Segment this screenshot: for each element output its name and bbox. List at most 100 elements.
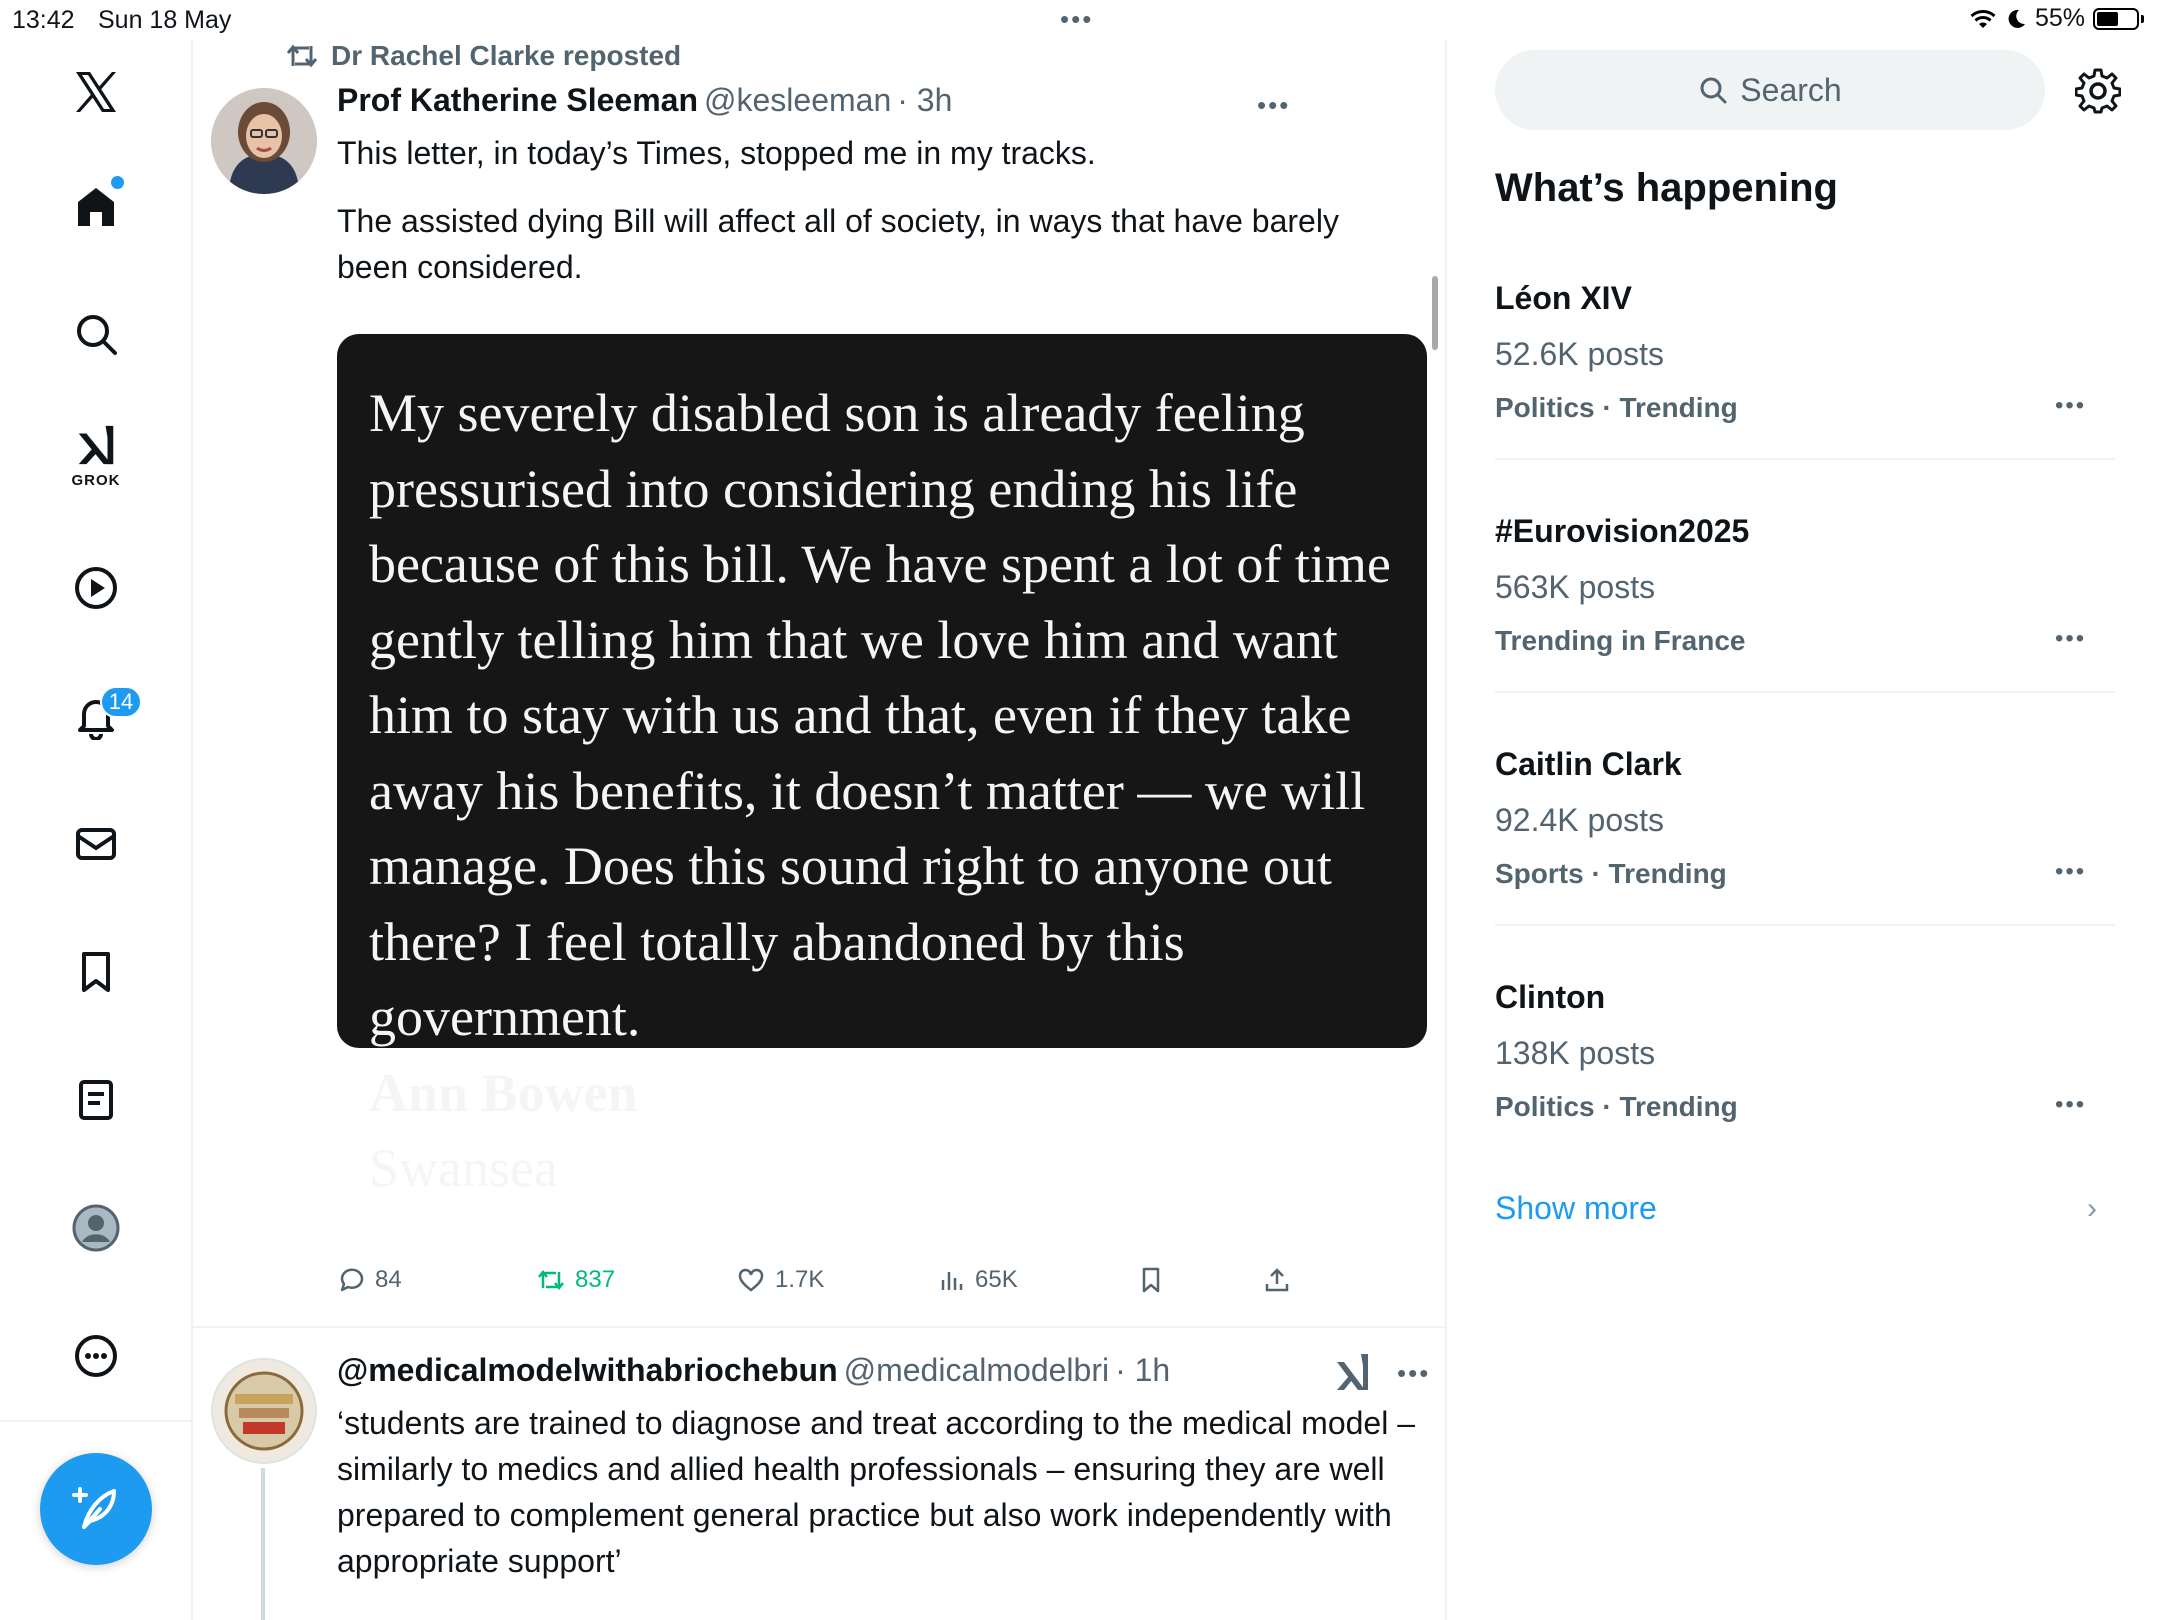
battery-icon (2093, 7, 2139, 30)
bookmark-icon[interactable] (64, 940, 128, 1004)
reply-button[interactable]: 84 (337, 1266, 402, 1294)
trend-name: Caitlin Clark (1495, 746, 1682, 782)
bell-icon[interactable]: 14 (64, 684, 142, 748)
post-header: @medicalmodelwithabriochebun @medicalmode… (337, 1352, 1170, 1389)
trend-category: Sports · Trending (1495, 858, 1727, 889)
trend-category: Trending in France (1495, 625, 1746, 656)
search-icon (1700, 77, 1727, 104)
status-bar: 13:42 Sun 18 May ••• 55% (0, 0, 2160, 40)
mail-icon[interactable] (64, 812, 128, 876)
trend-count: 92.4K posts (1495, 802, 1664, 838)
letter-image[interactable]: My severely disabled son is already feel… (337, 334, 1427, 1198)
home-unread-dot (111, 176, 124, 189)
trend-item[interactable]: Clinton 138K posts Politics · Trending •… (1495, 979, 2115, 1129)
repost-count: 837 (575, 1266, 616, 1293)
post-more-button[interactable]: ••• (1397, 1358, 1430, 1389)
views-chart-icon (941, 1272, 963, 1290)
trend-more-button[interactable]: ••• (2055, 858, 2086, 886)
battery-percent: 55% (2034, 4, 2085, 32)
author-handle[interactable]: @medicalmodelbri (844, 1352, 1109, 1388)
trend-more-button[interactable]: ••• (2055, 392, 2086, 420)
video-icon[interactable] (64, 556, 128, 620)
wifi-icon (1970, 9, 1996, 28)
section-title: What’s happening (1495, 166, 1838, 210)
views-button[interactable]: 65K (937, 1266, 1018, 1294)
scrollbar[interactable] (1432, 276, 1438, 350)
reply-count: 84 (375, 1266, 402, 1293)
chevron-right-icon[interactable]: › (2087, 1192, 2097, 1226)
show-more-link[interactable]: Show more (1495, 1190, 1657, 1227)
repost-button[interactable]: 837 (537, 1266, 615, 1294)
letter-author: Ann Bowen (369, 1062, 638, 1123)
post-text-line: This letter, in today’s Times, stopped m… (337, 135, 1096, 171)
post-text-line: The assisted dying Bill will affect all … (337, 203, 1339, 285)
post-time[interactable]: · 3h (897, 82, 952, 118)
repost-context[interactable]: Dr Rachel Clarke reposted (285, 40, 681, 72)
trend-name: Léon XIV (1495, 280, 1632, 316)
author-name[interactable]: Prof Katherine Sleeman (337, 82, 698, 118)
trend-divider (1495, 458, 2115, 460)
share-button[interactable] (1263, 1266, 1291, 1294)
grok-icon[interactable]: GROK (64, 422, 128, 489)
repost-label: Dr Rachel Clarke reposted (331, 40, 682, 71)
left-navigation: GROK 14 (0, 40, 193, 1620)
avatar[interactable] (211, 1358, 317, 1464)
profile-icon[interactable] (64, 1196, 128, 1260)
gear-icon[interactable] (2075, 68, 2121, 114)
trend-more-button[interactable]: ••• (2055, 1091, 2086, 1119)
repost-icon (538, 1269, 564, 1291)
trend-category: Politics · Trending (1495, 1091, 1738, 1122)
trend-count: 138K posts (1495, 1035, 1656, 1071)
trend-name: #Eurovision2025 (1495, 513, 1750, 549)
grok-label: GROK (71, 472, 121, 489)
post-actions: 84 837 1.7K 65K (337, 1266, 1337, 1306)
trend-name: Clinton (1495, 979, 1606, 1015)
share-icon (1265, 1268, 1289, 1292)
post-more-button[interactable]: ••• (1257, 90, 1290, 121)
post-text: ‘students are trained to diagnose and tr… (337, 1405, 1415, 1579)
lists-icon[interactable] (64, 1068, 128, 1132)
x-logo-icon[interactable] (64, 60, 128, 124)
moon-icon (2008, 9, 2025, 28)
author-handle[interactable]: @kesleeman (704, 82, 891, 118)
reply-icon (340, 1268, 364, 1292)
more-icon[interactable] (64, 1324, 128, 1388)
search-icon[interactable] (64, 302, 128, 366)
search-placeholder: Search (1740, 71, 1842, 108)
bookmark-button[interactable] (1137, 1266, 1165, 1294)
avatar[interactable] (211, 88, 317, 194)
post-header: Prof Katherine Sleeman @kesleeman · 3h (337, 82, 952, 119)
search-input[interactable]: Search (1495, 50, 2045, 130)
views-count: 65K (975, 1266, 1018, 1293)
trend-divider (1495, 691, 2115, 693)
status-indicators: 55% (1969, 4, 2144, 33)
multitasking-dots[interactable]: ••• (1060, 4, 1093, 35)
like-button[interactable]: 1.7K (737, 1266, 824, 1294)
trend-more-button[interactable]: ••• (2055, 625, 2086, 653)
status-date: Sun 18 May (98, 6, 232, 34)
author-name[interactable]: @medicalmodelwithabriochebun (337, 1352, 838, 1388)
home-icon[interactable] (64, 174, 128, 238)
compose-post-button[interactable] (40, 1453, 152, 1565)
post-time[interactable]: · 1h (1115, 1352, 1170, 1388)
timeline: Dr Rachel Clarke reposted Prof Katherine… (193, 40, 1447, 1620)
notification-count-badge: 14 (100, 686, 142, 718)
trend-count: 52.6K posts (1495, 336, 1664, 372)
post-divider (193, 1326, 1445, 1328)
feather-plus-icon (72, 1487, 116, 1529)
like-count: 1.7K (775, 1266, 825, 1293)
trend-item[interactable]: Léon XIV 52.6K posts Politics · Trending… (1495, 280, 2115, 460)
status-time: 13:42 (12, 6, 75, 34)
heart-icon (738, 1268, 764, 1292)
repost-icon (286, 44, 318, 68)
post-text: This letter, in today’s Times, stopped m… (337, 130, 1407, 290)
trend-divider (1495, 924, 2115, 926)
grok-icon[interactable] (1333, 1352, 1373, 1392)
trend-category: Politics · Trending (1495, 392, 1738, 423)
trend-item[interactable]: #Eurovision2025 563K posts Trending in F… (1495, 513, 2115, 693)
letter-place: Swansea (369, 1138, 558, 1198)
thread-line (261, 1468, 265, 1620)
nav-divider (0, 1420, 193, 1422)
trend-item[interactable]: Caitlin Clark 92.4K posts Sports · Trend… (1495, 746, 2115, 926)
trend-count: 563K posts (1495, 569, 1656, 605)
